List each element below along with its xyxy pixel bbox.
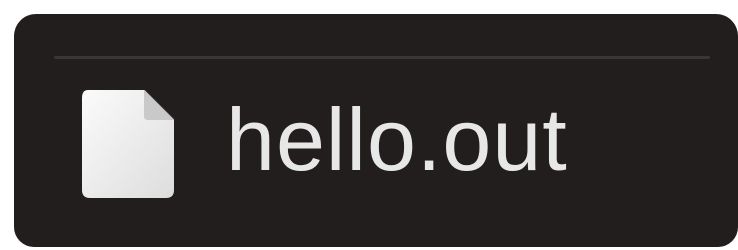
separator <box>54 56 710 59</box>
drag-preview-panel: hello.out <box>14 14 738 247</box>
file-name-label: hello.out <box>226 90 568 189</box>
file-item[interactable]: hello.out <box>82 84 568 204</box>
document-icon <box>82 90 174 198</box>
